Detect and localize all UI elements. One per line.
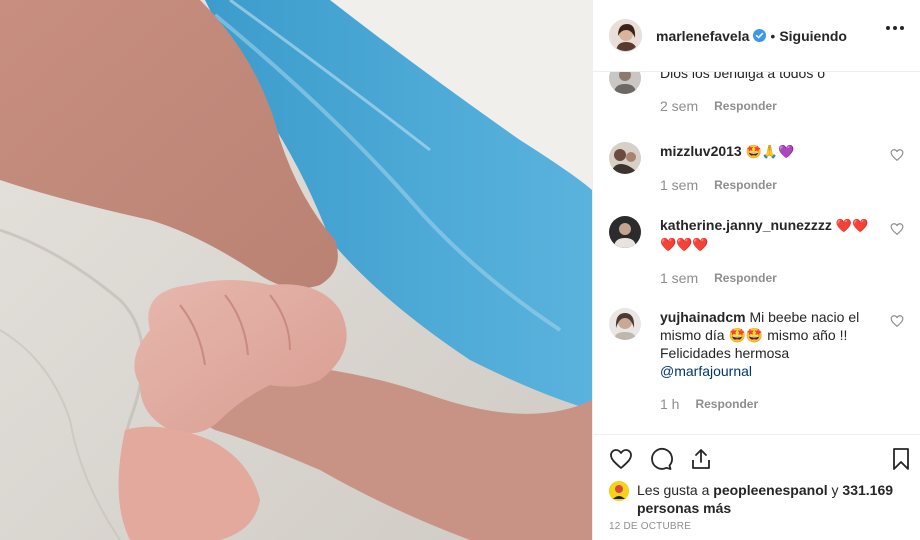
commenter-avatar[interactable] — [609, 142, 641, 174]
like-comment-heart-icon[interactable] — [890, 222, 904, 236]
comment-time[interactable]: 2 sem — [660, 98, 698, 114]
comment-text: mizzluv2013 🤩🙏💜 — [660, 142, 876, 161]
post-sidebar: marlenefavela • Siguiendo Dios los bendi… — [592, 0, 920, 540]
comment-time[interactable]: 1 h — [660, 396, 679, 412]
comment-time[interactable]: 1 sem — [660, 270, 698, 286]
likes-prefix: Les gusta a — [637, 482, 710, 498]
commenter-avatar[interactable] — [609, 216, 641, 248]
commenter-username[interactable]: katherine.janny_nunezzzz — [660, 217, 832, 233]
more-options-icon[interactable] — [886, 26, 904, 30]
like-comment-heart-icon[interactable] — [890, 148, 904, 162]
comment-meta: 1 sem Responder — [660, 177, 904, 193]
comment-meta: 1 sem Responder — [660, 270, 904, 286]
comment-text: katherine.janny_nunezzzz ❤️❤️ ❤️❤️❤️ — [660, 216, 876, 254]
comments-list[interactable]: Dios los bendiga a todos o 2 sem Respond… — [593, 72, 920, 434]
likes-summary: Les gusta a peopleenespanol y 331.169 pe… — [609, 481, 904, 517]
comment-meta: 2 sem Responder — [660, 98, 904, 114]
author-avatar[interactable] — [609, 19, 642, 52]
comment-item: mizzluv2013 🤩🙏💜 1 sem Responder — [609, 142, 904, 193]
post-photo[interactable] — [0, 0, 592, 540]
comment-body: 🤩🙏💜 — [745, 144, 795, 159]
comment-time[interactable]: 1 sem — [660, 177, 698, 193]
verified-badge-icon — [753, 29, 767, 42]
comment-item: Dios los bendiga a todos o 2 sem Respond… — [609, 72, 904, 114]
comment-text: Dios los bendiga a todos o — [660, 72, 876, 82]
post-header: marlenefavela • Siguiendo — [593, 0, 920, 72]
reply-button[interactable]: Responder — [714, 271, 777, 285]
share-upload-icon[interactable] — [689, 447, 713, 471]
liker-username[interactable]: peopleenespanol — [713, 482, 827, 498]
commenter-username[interactable]: mizzluv2013 — [660, 143, 742, 159]
comment-mention-link[interactable]: @marfajournal — [660, 363, 752, 379]
reply-button[interactable]: Responder — [714, 99, 777, 113]
comment-item: katherine.janny_nunezzzz ❤️❤️ ❤️❤️❤️ 1 s… — [609, 216, 904, 286]
baby-hand-photo — [0, 0, 592, 540]
commenter-avatar[interactable] — [609, 308, 641, 340]
comment-meta: 1 h Responder — [660, 396, 904, 412]
comment-item: yujhainadcm Mi beebe nacio el mismo día … — [609, 308, 904, 412]
following-button[interactable]: Siguiendo — [779, 28, 847, 44]
bookmark-save-icon[interactable] — [889, 447, 913, 471]
author-username[interactable]: marlenefavela — [656, 28, 749, 44]
header-separator: • — [770, 27, 776, 44]
like-heart-icon[interactable] — [609, 447, 633, 471]
comment-bubble-icon[interactable] — [649, 447, 673, 471]
post-actions-bar — [593, 434, 920, 482]
likes-connector: y — [831, 482, 839, 498]
reply-button[interactable]: Responder — [714, 178, 777, 192]
commenter-username[interactable]: yujhainadcm — [660, 309, 746, 325]
liker-avatar[interactable] — [609, 481, 629, 501]
comment-text: yujhainadcm Mi beebe nacio el mismo día … — [660, 308, 876, 380]
reply-button[interactable]: Responder — [695, 397, 758, 411]
post-date[interactable]: 12 DE OCTUBRE — [609, 521, 691, 532]
commenter-avatar[interactable] — [609, 72, 641, 94]
like-comment-heart-icon[interactable] — [890, 314, 904, 328]
comment-body: Dios los bendiga a todos o — [660, 72, 825, 81]
